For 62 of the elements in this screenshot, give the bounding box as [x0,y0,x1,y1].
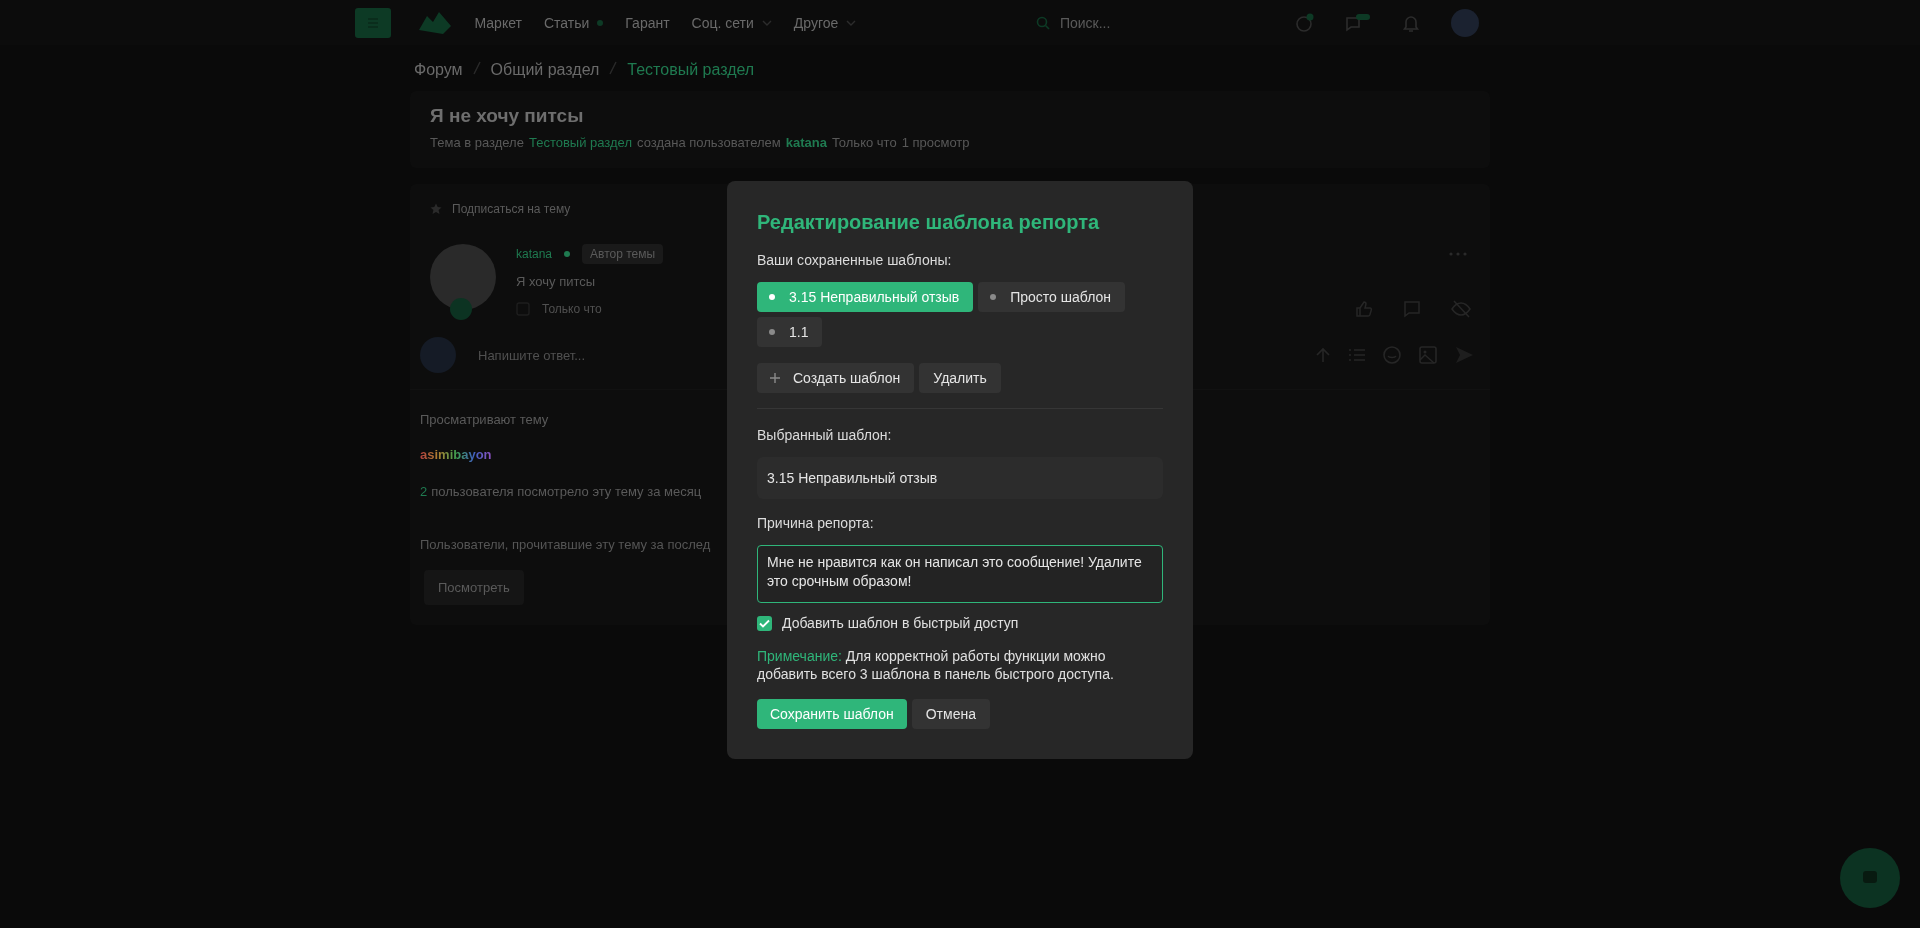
views-text: пользователя посмотрело эту тему за месяц [431,484,702,499]
cancel-button[interactable]: Отмена [911,699,990,729]
user-avatar [420,337,456,373]
subscribe-button[interactable]: Подписаться на тему [430,202,571,216]
template-name-field[interactable]: 3.15 Неправильный отзыв [757,457,1163,499]
template-chip[interactable]: Просто шаблон [978,282,1126,312]
viewer-username[interactable]: asimibayon [420,447,492,462]
star-icon [430,203,442,215]
breadcrumb-link[interactable]: Форум [414,61,463,79]
nav-link[interactable]: Гарант [625,14,670,31]
report-reason-field[interactable]: Мне не нравится как он написал это сообщение! Удалите это срочным образом! [757,545,1163,603]
hide-icon[interactable] [1450,299,1472,319]
plus-icon [769,372,781,384]
saved-templates-label: Ваши сохраненные шаблоны: [757,252,953,268]
new-dot-icon [597,19,604,26]
dialog-title: Редактирование шаблона репорта [757,211,1101,234]
viewers-heading: Просматривают тему [420,412,549,427]
caret-icon [846,19,857,26]
section-link[interactable]: Тестовый раздел [528,135,632,150]
meta-text: Только что [831,135,897,150]
chat-icon[interactable] [1345,12,1372,33]
caret-icon [761,19,772,26]
menu-button[interactable] [354,7,391,38]
report-reason-label: Причина репорта: [757,515,875,531]
reply-field[interactable]: Напишите ответ... [476,346,1294,364]
author-link[interactable]: katana [785,135,827,150]
view-count[interactable]: 2 [420,484,428,499]
user-avatar[interactable] [1451,8,1480,37]
delete-button[interactable]: Удалить [919,363,1001,393]
comment-icon[interactable] [1402,299,1422,319]
view-readers-button[interactable]: Посмотреть [424,570,524,605]
search-icon [1035,15,1050,30]
image-icon[interactable] [1418,345,1438,365]
note-text: Примечание: Для корректной работы функции можно добавить всего 3 шаблона в панель быстрого доступа. [757,647,1115,683]
create-template-button[interactable]: Создать шаблон [757,363,915,393]
readers-text: Пользователи, прочитавшие эту тему за послед [420,537,711,552]
nav-link[interactable]: Статьи [543,14,604,31]
quick-access-checkbox[interactable] [757,615,772,631]
rank-badge-icon [450,298,472,320]
post-time: Только что [542,302,602,316]
template-chip[interactable]: 3.15 Неправильный отзыв [757,282,974,312]
thread-title: Я не хочу питсы [430,105,585,127]
author-badge: Автор темы [582,244,664,264]
nav-link[interactable]: Соц. сети [691,14,772,31]
nav-link[interactable]: Другое [793,14,857,31]
quick-access-label: Добавить шаблон в быстрый доступ [782,615,1019,631]
selected-template-label: Выбранный шаблон: [757,427,893,443]
meta-text: 1 просмотр [901,135,970,150]
meta-text: Тема в разделе [430,135,524,150]
breadcrumb-link[interactable]: Общий раздел [490,61,600,79]
like-icon[interactable] [1354,299,1374,319]
chat-button[interactable] [1840,848,1900,908]
post-text: Я хочу питсы [516,274,597,289]
template-chip[interactable]: 1.1 [757,317,823,347]
emoji-icon[interactable] [1382,345,1402,365]
breadcrumb-link[interactable]: Тестовый раздел [627,61,755,79]
save-template-button[interactable]: Сохранить шаблон [757,699,907,729]
upload-icon[interactable] [1314,346,1332,364]
meta-text: создана пользователем [637,135,781,150]
online-dot-icon [564,251,571,257]
nav-link[interactable]: Маркет [474,14,522,31]
author-name[interactable]: katana [516,247,553,261]
